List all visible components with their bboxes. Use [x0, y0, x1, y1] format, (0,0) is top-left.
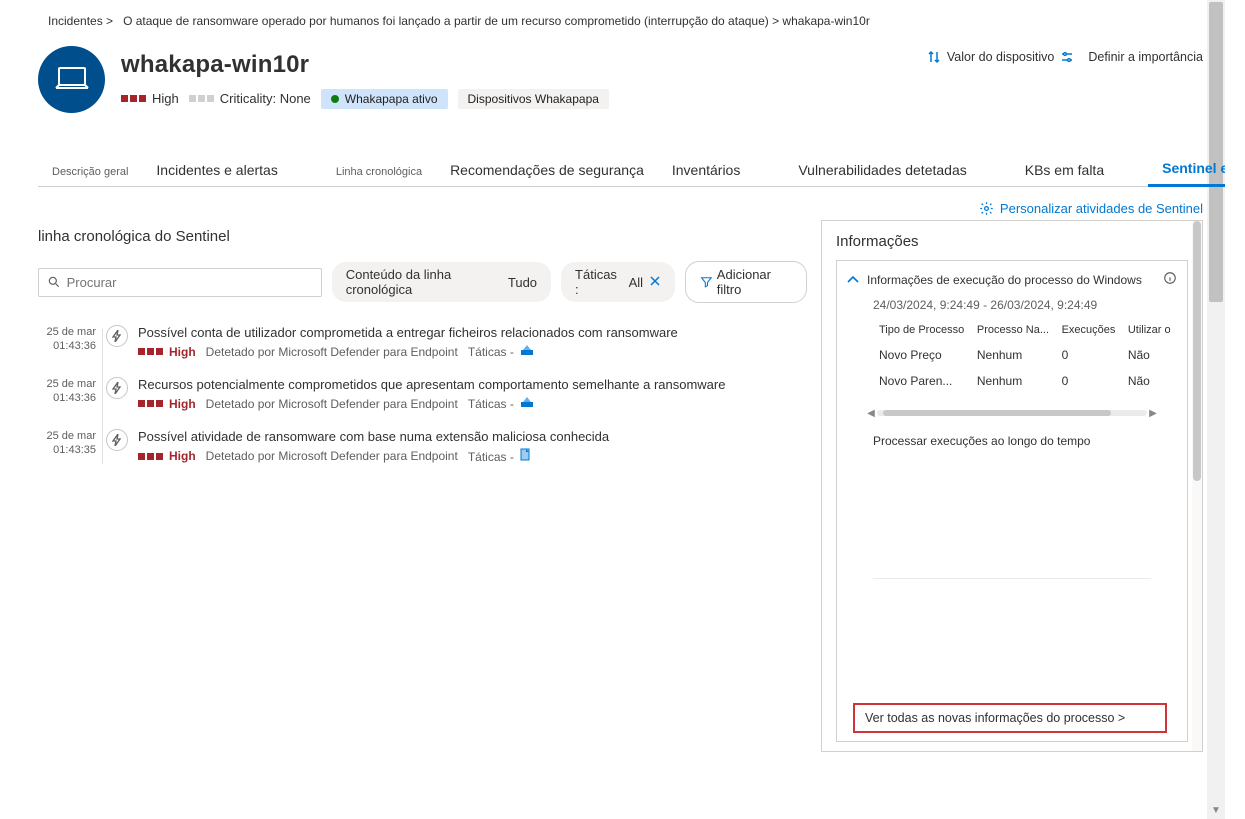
tab-incidents[interactable]: Incidentes e alertas — [142, 152, 291, 186]
severity-label: High — [152, 91, 179, 106]
breadcrumb-root[interactable]: Incidentes > — [48, 14, 113, 28]
timeline-event-title: Possível conta de utilizador comprometid… — [138, 325, 807, 340]
insights-panel-title: Informações — [822, 221, 1202, 260]
page-scrollbar[interactable]: ▲ ▼ — [1207, 0, 1225, 819]
device-tag-active[interactable]: Whakapapa ativo — [321, 89, 448, 109]
timeline-event-detected: Detetado por Microsoft Defender para End… — [206, 397, 458, 411]
insights-panel: Informações Informações de execução do p… — [821, 220, 1203, 752]
customize-sentinel-label: Personalizar atividades de Sentinel — [1000, 201, 1203, 216]
tab-inventories[interactable]: Inventários — [658, 152, 754, 186]
equalizer-icon — [1060, 51, 1074, 63]
sentinel-timeline-title: linha cronológica do Sentinel — [38, 228, 807, 245]
tab-overview[interactable]: Descrição geral — [38, 156, 142, 186]
status-dot-icon — [331, 95, 339, 103]
set-importance-label: Definir a importância — [1088, 50, 1203, 64]
col-process-type[interactable]: Tipo de Processo — [873, 318, 971, 342]
gear-icon — [979, 201, 994, 216]
timeline-event-title: Recursos potencialmente comprometidos qu… — [138, 377, 807, 392]
device-avatar — [38, 46, 105, 113]
scroll-down-icon[interactable]: ▼ — [1207, 801, 1225, 819]
device-tag-active-label: Whakapapa ativo — [345, 92, 438, 106]
tactic-impact-icon — [520, 344, 534, 356]
chevron-up-icon — [847, 273, 859, 287]
tab-recommendations[interactable]: Recomendações de segurança — [436, 152, 658, 186]
filter-timeline-content[interactable]: Conteúdo da linha cronológica Tudo — [332, 262, 551, 302]
timeline-event[interactable]: 25 de mar 01:43:36 Recursos potencialmen… — [38, 377, 807, 411]
filter-timeline-content-value: Tudo — [508, 275, 537, 290]
bolt-icon — [106, 325, 128, 347]
add-filter-button[interactable]: Adicionar filtro — [685, 261, 807, 303]
breadcrumb[interactable]: Incidentes > O ataque de ransomware oper… — [38, 10, 1203, 46]
bolt-icon — [106, 429, 128, 451]
insights-table: Tipo de Processo Processo Na... Execuçõe… — [873, 318, 1177, 394]
timeline-event[interactable]: 25 de mar 01:43:35 Possível atividade de… — [38, 429, 807, 464]
panel-scroll-thumb[interactable] — [1193, 221, 1201, 481]
device-tag-group[interactable]: Dispositivos Whakapapa — [458, 89, 609, 109]
search-icon — [47, 275, 61, 289]
add-filter-label: Adicionar filtro — [717, 267, 792, 297]
tab-sentinel-events[interactable]: Sentinel eventos — [1148, 150, 1225, 187]
timeline-event-tactics: Táticas - — [468, 448, 532, 464]
timeline-event-title: Possível atividade de ransomware com bas… — [138, 429, 807, 444]
search-input[interactable] — [65, 274, 313, 291]
tactic-impact-icon — [520, 396, 534, 408]
hscroll-right-icon[interactable]: ▶ — [1147, 408, 1159, 419]
device-tag-group-label: Dispositivos Whakapapa — [468, 92, 599, 106]
sort-icon — [927, 50, 941, 64]
tab-vulnerabilities[interactable]: Vulnerabilidades detetadas — [784, 152, 980, 186]
timeline-event[interactable]: 25 de mar 01:43:36 Possível conta de uti… — [38, 325, 807, 359]
tactic-file-icon — [520, 448, 532, 461]
insights-hscroll[interactable]: ◀ ▶ — [865, 406, 1159, 420]
accordion-title: Informações de execução do processo do W… — [867, 273, 1142, 287]
laptop-icon — [53, 66, 91, 94]
criticality-label: Criticality: None — [220, 91, 311, 106]
filter-tactics-label: Táticas : — [575, 267, 617, 297]
tab-timeline-label[interactable]: Linha cronológica — [322, 156, 436, 186]
timeline-event-time: 25 de mar 01:43:35 — [38, 429, 96, 464]
table-row[interactable]: Novo Preço Nenhum 0 Não — [873, 342, 1177, 368]
funnel-icon — [700, 275, 713, 289]
table-row[interactable]: Novo Paren... Nenhum 0 Não — [873, 368, 1177, 394]
insights-divider — [873, 578, 1151, 579]
severity-indicator: High — [121, 91, 179, 106]
timeline-event-time: 25 de mar 01:43:36 — [38, 325, 96, 359]
criticality-indicator: Criticality: None — [189, 91, 311, 106]
view-all-process-insights-button[interactable]: Ver todas as novas informações do proces… — [853, 703, 1167, 733]
info-icon[interactable] — [1163, 271, 1177, 288]
customize-sentinel-button[interactable]: Personalizar atividades de Sentinel — [979, 201, 1203, 216]
accordion-header[interactable]: Informações de execução do processo do W… — [847, 271, 1177, 288]
filter-tactics-value: All — [629, 275, 643, 290]
filter-timeline-content-label: Conteúdo da linha cronológica — [346, 267, 504, 297]
col-executions[interactable]: Execuções — [1056, 318, 1122, 342]
timeline-event-time: 25 de mar 01:43:36 — [38, 377, 96, 411]
hscroll-left-icon[interactable]: ◀ — [865, 408, 877, 419]
set-importance-action[interactable]: Definir a importância — [1088, 50, 1203, 64]
device-tabs: Descrição geral Incidentes e alertas Lin… — [38, 147, 1203, 187]
bolt-icon — [106, 377, 128, 399]
col-process-name[interactable]: Processo Na... — [971, 318, 1056, 342]
search-input-wrapper[interactable] — [38, 268, 322, 297]
timeline-event-detected: Detetado por Microsoft Defender para End… — [206, 345, 458, 359]
timeline-event-tactics: Táticas - — [468, 344, 534, 359]
timeline-event-detected: Detetado por Microsoft Defender para End… — [206, 449, 458, 463]
insights-date-range: 24/03/2024, 9:24:49 - 26/03/2024, 9:24:4… — [873, 298, 1177, 312]
breadcrumb-path[interactable]: O ataque de ransomware operado por human… — [123, 14, 870, 28]
exec-over-time-caption: Processar execuções ao longo do tempo — [873, 434, 1177, 448]
hscroll-thumb[interactable] — [883, 410, 1111, 416]
device-value-label: Valor do dispositivo — [947, 50, 1054, 64]
device-value-action[interactable]: Valor do dispositivo — [927, 50, 1074, 64]
filter-tactics-clear[interactable] — [649, 275, 661, 290]
col-use[interactable]: Utilizar o — [1122, 318, 1177, 342]
timeline-event-tactics: Táticas - — [468, 396, 534, 411]
panel-scrollbar[interactable] — [1192, 221, 1202, 751]
filter-tactics[interactable]: Táticas : All — [561, 262, 675, 302]
tab-missing-kbs[interactable]: KBs em falta — [1011, 152, 1118, 186]
